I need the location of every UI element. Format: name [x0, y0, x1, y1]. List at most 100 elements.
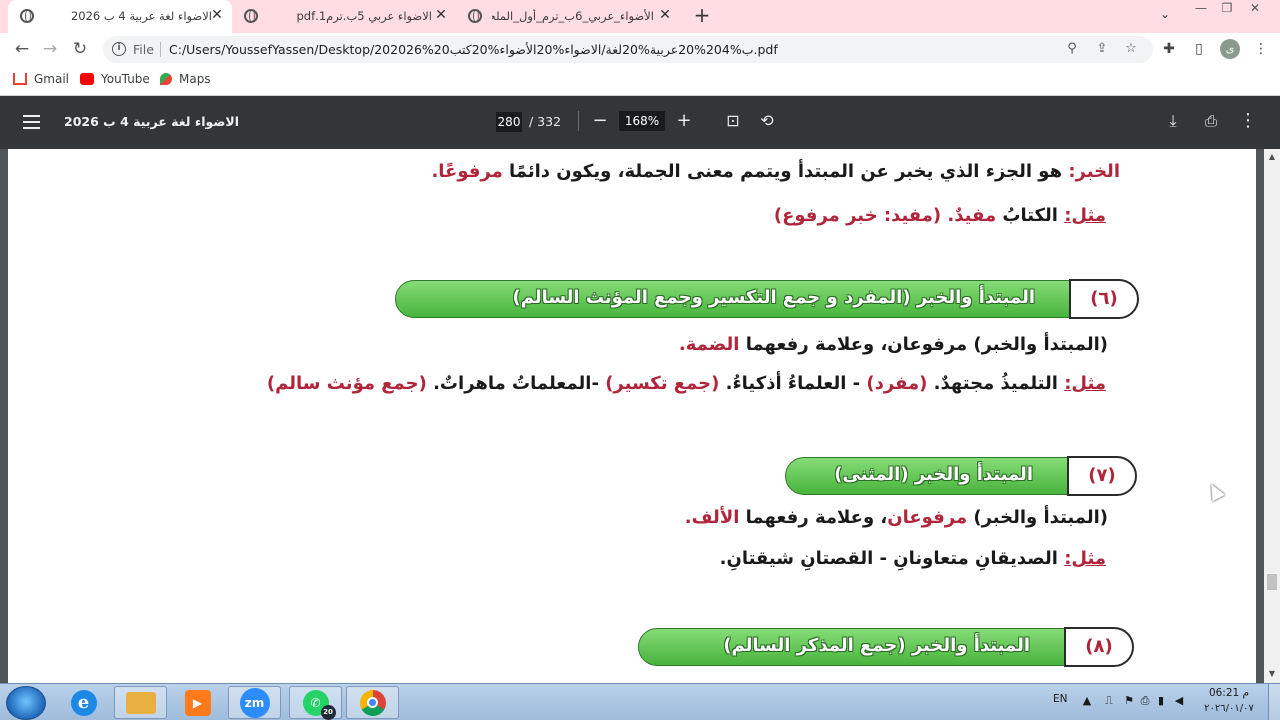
windows-taskbar: e ▶ zm ✆ 20 EN ▲ ⎍ ⚑ ⎙ ▮ ◀ 06:21 م ٢٠٢٦/٠…: [0, 683, 1280, 720]
minimize-button[interactable]: —: [1188, 1, 1214, 16]
taskbar-zoom[interactable]: zm: [228, 686, 281, 719]
zoom-app-icon: zm: [239, 687, 270, 718]
globe-icon: [244, 9, 258, 23]
language-indicator[interactable]: EN: [1053, 693, 1068, 705]
whatsapp-icon: ✆ 20: [302, 689, 336, 720]
page-number-input[interactable]: [496, 112, 522, 132]
khabar-text: هو الجزء الذي يخبر عن المبتدأ ويتمم معنى…: [502, 161, 1069, 182]
rule-highlight: الضمة.: [678, 334, 740, 355]
rule-highlight: الألف.: [684, 507, 740, 528]
volume-icon[interactable]: ◀: [1172, 694, 1186, 708]
taskbar-internet-explorer[interactable]: e: [57, 686, 110, 719]
bookmark-maps[interactable]: Maps: [160, 72, 211, 86]
extensions-icon[interactable]: ✚: [1160, 40, 1178, 58]
close-window-button[interactable]: ✕: [1242, 1, 1268, 16]
pdf-viewport[interactable]: الخبر: هو الجزء الذي يخبر عن المبتدأ ويت…: [0, 149, 1264, 683]
example-1: مثل: الكتابُ مفيدٌ. (مفيد: خبر مرفوع): [774, 205, 1106, 226]
zoom-level[interactable]: 168%: [619, 111, 665, 131]
section-number: (٧): [1067, 456, 1137, 496]
close-tab-icon[interactable]: ✕: [209, 7, 225, 23]
clock-date[interactable]: ٢٠٢٦/٠١/٠٧: [1200, 703, 1258, 714]
rule-text: (المبتدأ والخبر): [967, 507, 1108, 528]
bookmark-gmail[interactable]: Gmail: [13, 72, 69, 86]
example-text: - العلماءُ أذكياءُ.: [719, 373, 867, 394]
tab-search-button[interactable]: ⌄: [1160, 7, 1170, 21]
page-total: / 332: [529, 114, 562, 129]
network-icon[interactable]: ⎍: [1102, 694, 1116, 708]
share-icon[interactable]: ⇪: [1094, 41, 1110, 57]
taskbar-chrome[interactable]: [346, 686, 399, 719]
back-button[interactable]: ←: [12, 39, 32, 59]
fit-page-icon[interactable]: ⊡: [722, 110, 744, 132]
khabar-definition: الخبر: هو الجزء الذي يخبر عن المبتدأ ويت…: [431, 161, 1120, 182]
bookmarks-bar: Gmail YouTube Maps: [0, 65, 1280, 96]
chrome-icon: [359, 689, 386, 716]
profile-avatar[interactable]: ى: [1220, 39, 1240, 59]
menu-kebab-icon[interactable]: ⋮: [1252, 40, 1270, 58]
zoom-out-button[interactable]: −: [589, 110, 611, 132]
taskbar-media-player[interactable]: ▶: [171, 686, 224, 719]
youtube-icon: [80, 73, 94, 85]
section-6-banner: المبتدأ والخبر (المفرد و جمع التكسير وجم…: [395, 279, 1139, 319]
rotate-icon[interactable]: ⟲: [756, 110, 778, 132]
action-center-icon[interactable]: ⚑: [1122, 694, 1136, 708]
taskbar-file-explorer[interactable]: [114, 686, 167, 719]
close-tab-icon[interactable]: ✕: [657, 7, 673, 23]
section-number: (٨): [1064, 627, 1134, 667]
example-label: مثل:: [1064, 373, 1106, 394]
forward-button[interactable]: →: [40, 39, 60, 59]
section-title: المبتدأ والخبر (المفرد و جمع التكسير وجم…: [512, 287, 1036, 308]
tab-2[interactable]: الاضواء عربي 5ب.ترم1.pdf ✕: [232, 0, 456, 33]
new-tab-button[interactable]: +: [692, 5, 712, 25]
side-panel-icon[interactable]: ▯: [1190, 40, 1208, 58]
example-label: مثل:: [1064, 205, 1106, 226]
printer-icon[interactable]: ⎙: [1138, 694, 1152, 708]
reload-button[interactable]: ↻: [70, 39, 90, 59]
more-options-icon[interactable]: ⋮: [1237, 110, 1259, 132]
bookmark-label: Gmail: [34, 72, 70, 86]
site-info-icon[interactable]: i: [112, 42, 126, 56]
tab-title: الاضواء عربي 5ب.ترم1.pdf: [296, 9, 433, 23]
rule-text: ، وعلامة رفعهما: [739, 507, 888, 528]
hamburger-menu-icon[interactable]: [23, 115, 40, 129]
address-separator: [160, 42, 161, 57]
tab-active[interactable]: الاضواء لغة عربية 4 ب 2026 ✕: [8, 0, 232, 33]
pdf-toolbar: الاضواء لغة عربية 4 ب 2026 / 332 − 168% …: [0, 96, 1280, 149]
section-6-rule: (المبتدأ والخبر) مرفوعان، وعلامة رفعهما …: [679, 334, 1108, 355]
zoom-icon[interactable]: ⚲: [1064, 41, 1080, 57]
section-8-banner: المبتدأ والخبر (جمع المذكر السالم) (٨): [638, 627, 1134, 667]
zoom-in-button[interactable]: +: [673, 110, 695, 132]
show-hidden-icons[interactable]: ▲: [1080, 694, 1094, 708]
taskbar-whatsapp[interactable]: ✆ 20: [289, 686, 342, 720]
print-icon[interactable]: ⎙: [1200, 110, 1222, 132]
scrollbar-thumb[interactable]: [1267, 574, 1277, 590]
vertical-scrollbar[interactable]: ▲ ▼: [1264, 149, 1280, 683]
download-icon[interactable]: ⤓: [1162, 110, 1184, 132]
bookmark-star-icon[interactable]: ☆: [1123, 41, 1139, 57]
rule-mid: مرفوعان: [887, 507, 968, 528]
address-bar[interactable]: i File C:/Users/YoussefYassen/Desktop/20…: [103, 36, 1153, 63]
show-desktop-button[interactable]: [1268, 684, 1280, 720]
section-6-example: مثل: التلميذُ مجتهدٌ. (مفرد) - العلماءُ …: [267, 373, 1106, 394]
scroll-up-icon[interactable]: ▲: [1267, 152, 1277, 162]
section-7-rule: (المبتدأ والخبر) مرفوعان، وعلامة رفعهما …: [685, 507, 1108, 528]
address-url[interactable]: C:/Users/YoussefYassen/Desktop/202026%20…: [169, 42, 778, 57]
restore-button[interactable]: ❐: [1214, 1, 1240, 16]
example-note: (جمع مؤنث سالم): [266, 373, 427, 394]
bookmark-youtube[interactable]: YouTube: [80, 72, 150, 86]
clock-time[interactable]: 06:21 م: [1203, 687, 1255, 699]
example-note: (مفرد): [866, 373, 928, 394]
close-tab-icon[interactable]: ✕: [433, 7, 449, 23]
start-button[interactable]: [6, 686, 46, 720]
signal-icon[interactable]: ▮: [1154, 694, 1168, 708]
section-title: المبتدأ والخبر (جمع المذكر السالم): [723, 635, 1030, 656]
media-player-icon: ▶: [184, 689, 211, 716]
toolbar-divider: [578, 111, 579, 131]
scroll-down-icon[interactable]: ▼: [1267, 669, 1277, 679]
example-note: (جمع تكسير): [605, 373, 720, 394]
tab-3[interactable]: الأضواء_عربي_6ب_ترم_أول_الملحق_بعد... ✕: [456, 0, 682, 33]
tab-title: الأضواء_عربي_6ب_ترم_أول_الملحق_بعد...: [492, 9, 654, 23]
rule-text: (المبتدأ والخبر) مرفوعان، وعلامة رفعهما: [739, 334, 1108, 355]
example-text: الصديقانِ متعاونانِ - القصتانِ شيقتانِ.: [719, 548, 1058, 569]
section-number: (٦): [1069, 279, 1139, 319]
